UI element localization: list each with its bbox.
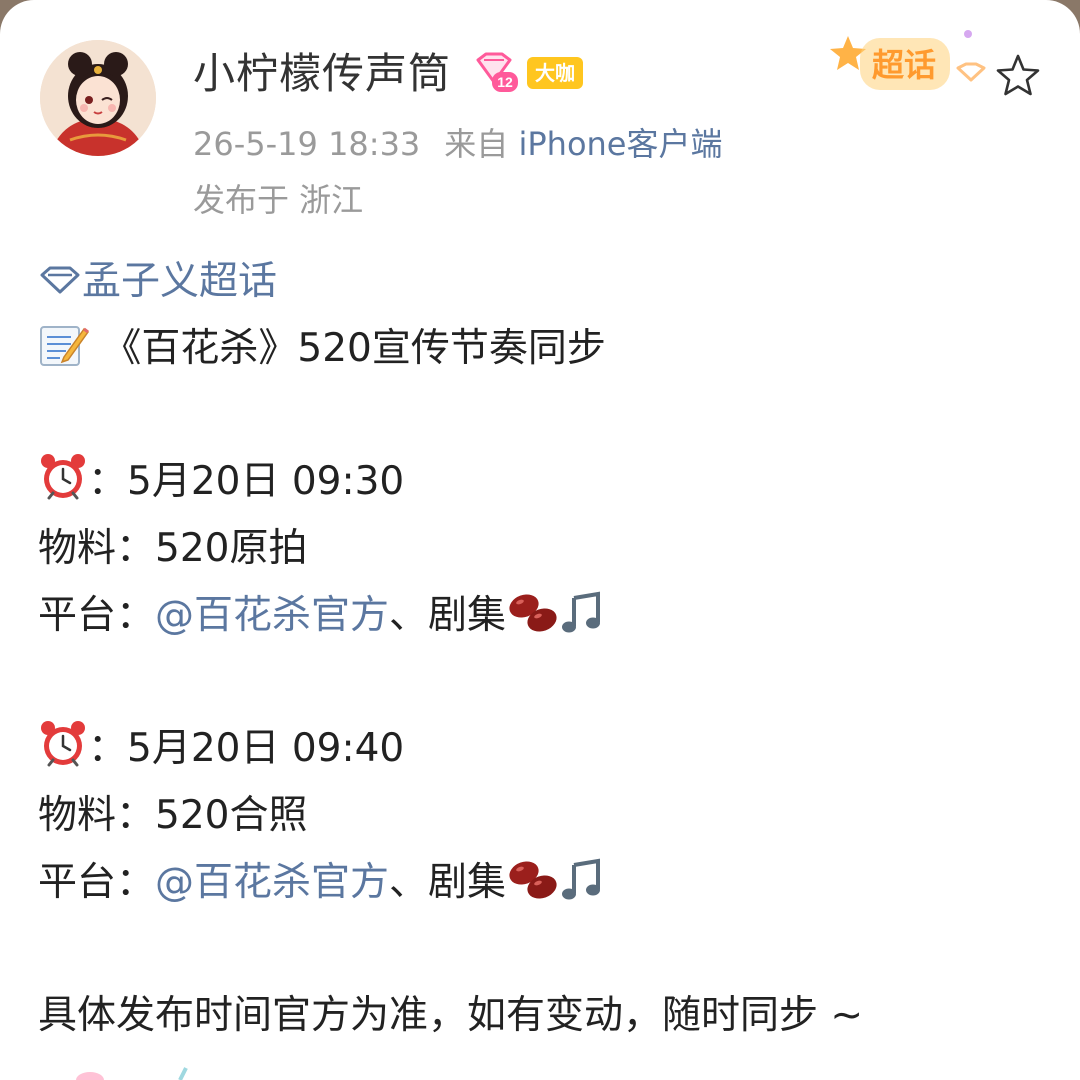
super-topic-label: 超话 — [872, 46, 936, 84]
post-card: 小柠檬传声筒 12 大咖 26-5-19 18:33 来自 iPhone客户端 发… — [0, 0, 1080, 1080]
avatar-image — [40, 40, 156, 156]
time-label: ： — [88, 726, 128, 771]
schedule-1-platform-line: 平台：@百花杀官方、剧集 — [38, 582, 1048, 649]
memo-icon — [40, 326, 90, 366]
platform-rest: 、剧集 — [389, 860, 507, 905]
post-content: 孟子义超话 《百花杀》520宣传节奏同步 ：5月20日 09:30 物料：520… — [38, 248, 1048, 1049]
platform-rest: 、剧集 — [389, 593, 507, 638]
footer-line: 具体发布时间官方为准，如有变动，随时同步 ~ — [38, 993, 864, 1038]
super-topic-button[interactable]: 超话 — [826, 24, 992, 100]
material-label: 物料： — [38, 793, 156, 838]
topic-line[interactable]: 孟子义超话 — [38, 248, 1048, 315]
diamond-level-icon[interactable]: 12 — [472, 52, 520, 96]
post-meta: 26-5-19 18:33 来自 iPhone客户端 — [193, 120, 723, 168]
avatar[interactable] — [40, 40, 156, 156]
alarm-clock-icon — [41, 721, 85, 767]
mention-link[interactable]: @百花杀官方 — [155, 860, 389, 905]
bean-icon — [509, 594, 557, 632]
schedule-2-material-line: 物料：520合照 — [38, 782, 1048, 849]
platform-label: 平台： — [38, 860, 156, 905]
post-title: 《百花杀》520宣传节奏同步 — [102, 326, 606, 371]
next-content-peek — [76, 1067, 188, 1080]
title-line: 《百花杀》520宣传节奏同步 — [38, 315, 1048, 382]
music-note-icon — [562, 591, 601, 633]
post-time: 26-5-19 18:33 — [193, 125, 421, 163]
diamond-topic-icon — [40, 266, 80, 294]
schedule-1-material-line: 物料：520原拍 — [38, 515, 1048, 582]
music-note-icon — [562, 858, 601, 900]
source-client[interactable]: iPhone客户端 — [518, 125, 722, 163]
schedule-2-time-line: ：5月20日 09:40 — [38, 715, 1048, 782]
schedule-2-platform-line: 平台：@百花杀官方、剧集 — [38, 849, 1048, 916]
level-number: 12 — [497, 74, 513, 90]
schedule-time: 5月20日 09:30 — [127, 459, 405, 504]
alarm-clock-icon — [41, 454, 85, 500]
schedule-1-time-line: ：5月20日 09:30 — [38, 448, 1048, 515]
star-icon[interactable] — [994, 52, 1042, 100]
schedule-time: 5月20日 09:40 — [127, 726, 405, 771]
mention-link[interactable]: @百花杀官方 — [155, 593, 389, 638]
material-label: 物料： — [38, 526, 156, 571]
material-value: 520原拍 — [155, 526, 308, 571]
source-prefix: 来自 — [444, 125, 509, 163]
role-badge[interactable]: 大咖 — [527, 57, 583, 89]
bean-icon — [509, 861, 557, 899]
topic-link[interactable]: 孟子义超话 — [82, 259, 277, 304]
post-location: 发布于 浙江 — [193, 181, 364, 219]
author-name[interactable]: 小柠檬传声筒 — [193, 44, 451, 104]
time-label: ： — [88, 459, 128, 504]
platform-label: 平台： — [38, 593, 156, 638]
material-value: 520合照 — [155, 793, 308, 838]
